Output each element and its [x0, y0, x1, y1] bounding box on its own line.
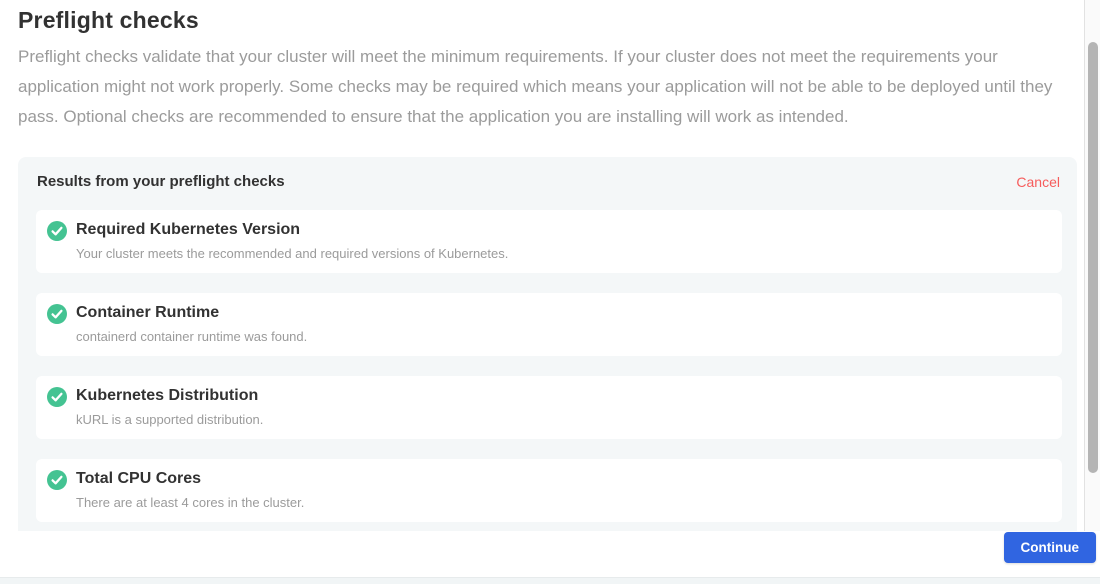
bottom-strip: [0, 577, 1100, 584]
check-text: Total CPU Cores There are at least 4 cor…: [76, 469, 304, 510]
vertical-scrollbar[interactable]: [1084, 0, 1100, 531]
check-message: containerd container runtime was found.: [76, 329, 307, 344]
check-title: Container Runtime: [76, 303, 307, 323]
page-description: Preflight checks validate that your clus…: [18, 42, 1064, 132]
check-text: Container Runtime containerd container r…: [76, 303, 307, 344]
check-circle-icon: [47, 470, 67, 490]
check-message: Your cluster meets the recommended and r…: [76, 246, 508, 261]
check-text: Kubernetes Distribution kURL is a suppor…: [76, 386, 263, 427]
check-title: Kubernetes Distribution: [76, 386, 263, 406]
results-heading: Results from your preflight checks: [37, 173, 285, 190]
scroll-area: Preflight checks Preflight checks valida…: [0, 0, 1084, 531]
check-message: There are at least 4 cores in the cluste…: [76, 495, 304, 510]
action-footer: Continue: [0, 531, 1100, 577]
check-title: Total CPU Cores: [76, 469, 304, 489]
preflight-check-row: Kubernetes Distribution kURL is a suppor…: [36, 376, 1062, 439]
continue-button[interactable]: Continue: [1004, 532, 1097, 563]
preflight-check-row: Required Kubernetes Version Your cluster…: [36, 210, 1062, 273]
check-message: kURL is a supported distribution.: [76, 412, 263, 427]
check-text: Required Kubernetes Version Your cluster…: [76, 220, 508, 261]
panel-header: Results from your preflight checks Cance…: [36, 171, 1062, 190]
check-circle-icon: [47, 387, 67, 407]
cancel-link[interactable]: Cancel: [1016, 174, 1060, 190]
preflight-check-row: Total CPU Cores There are at least 4 cor…: [36, 459, 1062, 522]
check-circle-icon: [47, 304, 67, 324]
preflight-page: Preflight checks Preflight checks valida…: [0, 0, 1100, 584]
page-title: Preflight checks: [18, 7, 1084, 34]
preflight-results-panel: Results from your preflight checks Cance…: [18, 157, 1077, 531]
check-circle-icon: [47, 221, 67, 241]
preflight-check-row: Container Runtime containerd container r…: [36, 293, 1062, 356]
check-title: Required Kubernetes Version: [76, 220, 508, 240]
scrollbar-thumb[interactable]: [1088, 42, 1098, 473]
